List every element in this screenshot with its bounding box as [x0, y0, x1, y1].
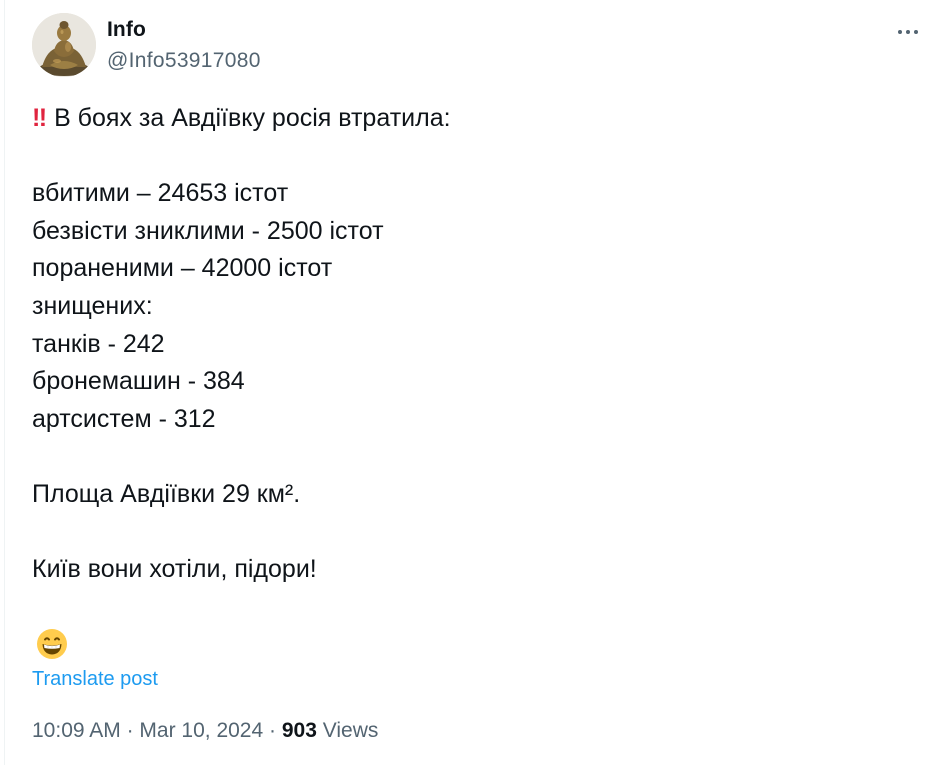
- tweet-line: пораненими – 42000 істот: [32, 254, 333, 283]
- tweet-line: Київ вони хотіли, підори!: [32, 555, 317, 584]
- author-name[interactable]: Info: [107, 18, 146, 42]
- tweet-time[interactable]: 10:09 AM: [32, 719, 121, 742]
- tweet-line: ‼ В боях за Авдіївку росія втратила:: [32, 104, 451, 132]
- tweet-line: бронемашин - 384: [32, 367, 245, 396]
- author-handle[interactable]: @Info53917080: [107, 49, 261, 73]
- tweet-line: артсистем - 312: [32, 404, 216, 433]
- tweet-line: знищених:: [32, 291, 153, 320]
- tweet-line: Площа Авдіївки 29 км².: [32, 479, 301, 508]
- translate-post-link[interactable]: Translate post: [32, 668, 158, 691]
- more-options-button[interactable]: [891, 18, 925, 46]
- tweet-line: вбитими – 24653 істот: [32, 179, 289, 208]
- tweet-line: безвісти зниклими - 2500 істот: [32, 216, 384, 245]
- tweet-card: Info @Info53917080 ‼ В боях за Авдіївку …: [4, 0, 939, 765]
- avatar[interactable]: [32, 13, 96, 77]
- tweet-text: ‼ В боях за Авдіївку росія втратила: вби…: [32, 100, 912, 589]
- double-exclamation-icon: ‼: [32, 104, 47, 132]
- grinning-face-icon: [36, 628, 68, 660]
- tweet-meta: 10:09 AM · Mar 10, 2024 · 903 Views: [32, 719, 378, 743]
- meta-separator: ·: [269, 719, 277, 742]
- buddha-statue-image: [32, 13, 96, 77]
- tweet-date[interactable]: Mar 10, 2024: [139, 719, 263, 742]
- tweet-line: танків - 242: [32, 329, 165, 358]
- views-count: 903: [281, 719, 317, 742]
- more-icon: [898, 30, 902, 34]
- views-label: Views: [322, 719, 379, 742]
- meta-separator: ·: [126, 719, 134, 742]
